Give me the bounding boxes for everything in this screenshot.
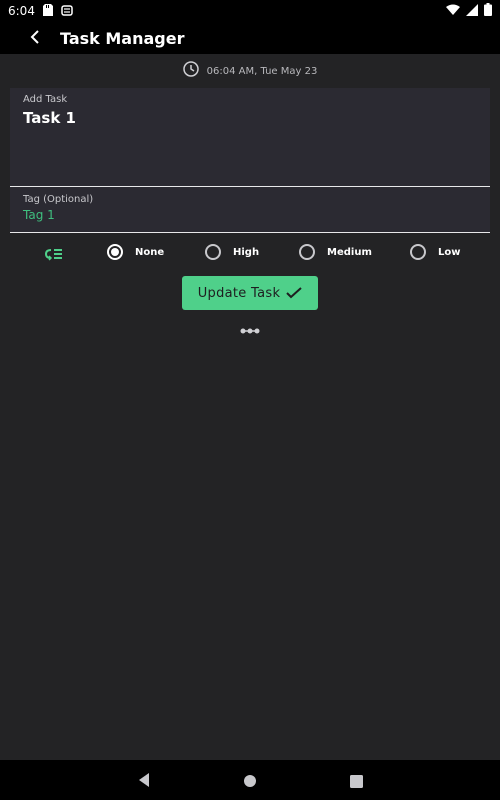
- radio-high-circle[interactable]: [205, 244, 221, 260]
- radio-high-label: High: [233, 246, 260, 258]
- priority-radio-group: None High Medium Low: [0, 238, 500, 268]
- datetime-row[interactable]: 06:04 AM, Tue May 23: [0, 54, 500, 88]
- status-time: 6:04: [8, 4, 35, 18]
- system-nav-bar: [0, 760, 500, 800]
- back-button[interactable]: [20, 23, 50, 53]
- radio-low-label: Low: [438, 246, 461, 258]
- tag-input-value[interactable]: Tag 1: [23, 208, 477, 222]
- radio-none-selected-circle[interactable]: [107, 244, 123, 260]
- radio-low-circle[interactable]: [410, 244, 426, 260]
- tag-field-underline: [10, 232, 490, 233]
- radio-medium-label: Medium: [327, 246, 372, 258]
- status-right: [446, 3, 492, 19]
- nav-back-icon[interactable]: [137, 772, 151, 792]
- radio-none-label: None: [135, 246, 165, 258]
- radio-low[interactable]: Low: [410, 244, 460, 260]
- nav-home-icon[interactable]: [243, 773, 257, 792]
- status-bar: 6:04: [0, 0, 500, 22]
- status-left: 6:04: [8, 3, 73, 19]
- radio-high[interactable]: High: [205, 244, 259, 260]
- task-input-field[interactable]: Add Task Task 1: [10, 88, 490, 186]
- page-title: Task Manager: [60, 28, 185, 48]
- radio-selected-dot: [111, 248, 119, 256]
- signal-icon: [466, 3, 478, 19]
- wifi-icon: [446, 4, 460, 19]
- radio-medium-circle[interactable]: [299, 244, 315, 260]
- priority-list-icon: [44, 246, 63, 265]
- sd-card-icon: [42, 3, 53, 19]
- update-task-button[interactable]: Update Task: [182, 276, 318, 310]
- radio-medium[interactable]: Medium: [299, 244, 372, 260]
- task-input-value[interactable]: Task 1: [23, 109, 477, 127]
- clock-icon: [182, 61, 199, 81]
- check-icon: [286, 284, 302, 303]
- battery-icon: [484, 3, 492, 19]
- more-horizontal-icon[interactable]: [240, 320, 260, 339]
- chevron-left-icon: [30, 29, 40, 48]
- tag-input-field[interactable]: Tag (Optional) Tag 1: [10, 187, 490, 232]
- cat-icon: [61, 4, 73, 19]
- app-bar: Task Manager: [0, 22, 500, 54]
- nav-recents-icon[interactable]: [350, 773, 363, 792]
- tag-field-label: Tag (Optional): [23, 194, 94, 205]
- update-task-label: Update Task: [197, 285, 281, 301]
- task-field-label: Add Task: [23, 94, 68, 105]
- radio-none[interactable]: None: [107, 244, 164, 260]
- datetime-text: 06:04 AM, Tue May 23: [206, 65, 318, 77]
